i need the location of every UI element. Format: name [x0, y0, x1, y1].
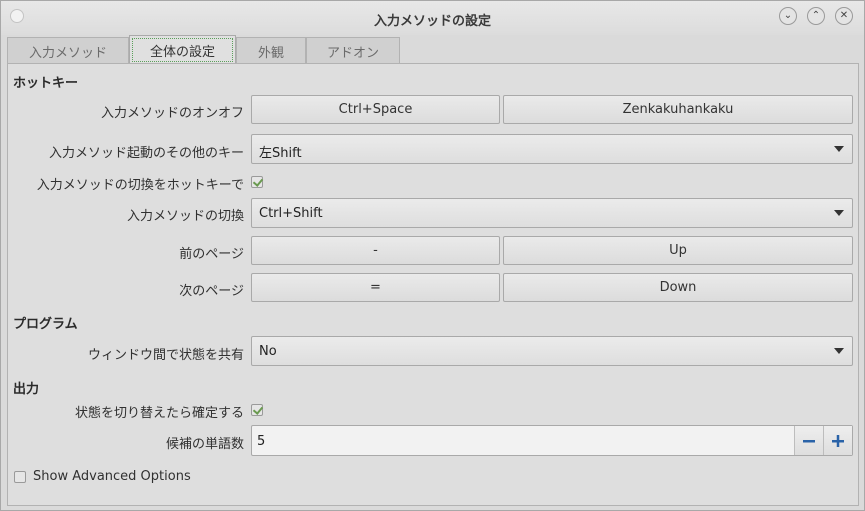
tab-focus-ring [132, 38, 233, 62]
switch-im-value: Ctrl+Shift [259, 206, 323, 221]
next-page-key-1-button[interactable]: = [251, 273, 500, 302]
candidate-count-label: 候補の単語数 [165, 437, 244, 452]
toggle-hotkey-2-button[interactable]: Zenkakuhankaku [503, 95, 853, 124]
prev-page-key-1-button[interactable]: - [251, 236, 500, 265]
tab-input-method[interactable]: 入力メソッド [7, 37, 129, 64]
commit-on-switch-checkbox[interactable] [251, 404, 263, 416]
tab-bar: 入力メソッド 全体の設定 外観 アドオン [7, 35, 859, 64]
dropdown-arrow-icon [834, 210, 844, 216]
candidate-count-value: 5 [257, 434, 266, 449]
switch-im-label: 入力メソッドの切換 [126, 209, 244, 224]
prev-page-key-2-button[interactable]: Up [503, 236, 853, 265]
next-page-label: 次のページ [179, 284, 244, 299]
candidate-count-spinbox[interactable]: 5 [251, 425, 853, 456]
show-advanced-checkbox[interactable] [14, 471, 26, 483]
toggle-hotkey-1-button[interactable]: Ctrl+Space [251, 95, 500, 124]
tab-addons[interactable]: アドオン [306, 37, 400, 64]
increment-button[interactable] [823, 426, 852, 455]
toggle-im-label: 入力メソッドのオンオフ [100, 106, 244, 121]
dropdown-arrow-icon [834, 146, 844, 152]
switch-hotkey-label: 入力メソッドの切換をホットキーで [36, 178, 244, 193]
decrement-button[interactable] [794, 426, 823, 455]
show-advanced-label[interactable]: Show Advanced Options [33, 469, 191, 484]
share-state-value: No [259, 344, 277, 359]
dropdown-arrow-icon [834, 348, 844, 354]
share-state-select[interactable]: No [251, 336, 853, 366]
extra-key-select[interactable]: 左Shift [251, 134, 853, 164]
switch-im-select[interactable]: Ctrl+Shift [251, 198, 853, 228]
section-hotkey: ホットキー [13, 76, 79, 91]
extra-key-value: 左Shift [259, 146, 302, 161]
close-button[interactable]: ✕ [835, 7, 853, 25]
maximize-button[interactable]: ⌃ [807, 7, 825, 25]
extra-key-label: 入力メソッド起動のその他のキー [48, 146, 244, 161]
section-output: 出力 [13, 382, 40, 397]
plus-icon [832, 434, 844, 447]
settings-window: 入力メソッドの設定 ⌄ ⌃ ✕ 入力メソッド 全体の設定 外観 アドオン ホット… [0, 0, 865, 511]
commit-on-switch-label: 状態を切り替えたら確定する [74, 406, 244, 421]
window-title: 入力メソッドの設定 [373, 14, 491, 29]
minimize-button[interactable]: ⌄ [779, 7, 797, 25]
section-program: プログラム [13, 317, 78, 332]
share-state-label: ウィンドウ間で状態を共有 [87, 348, 244, 363]
next-page-key-2-button[interactable]: Down [503, 273, 853, 302]
minus-icon [803, 439, 815, 442]
title-bar[interactable]: 入力メソッドの設定 ⌄ ⌃ ✕ [1, 1, 864, 35]
tab-appearance[interactable]: 外観 [236, 37, 306, 64]
switch-hotkey-checkbox[interactable] [251, 176, 263, 188]
prev-page-label: 前のページ [179, 247, 244, 262]
tab-global-settings[interactable]: 全体の設定 [129, 35, 236, 64]
